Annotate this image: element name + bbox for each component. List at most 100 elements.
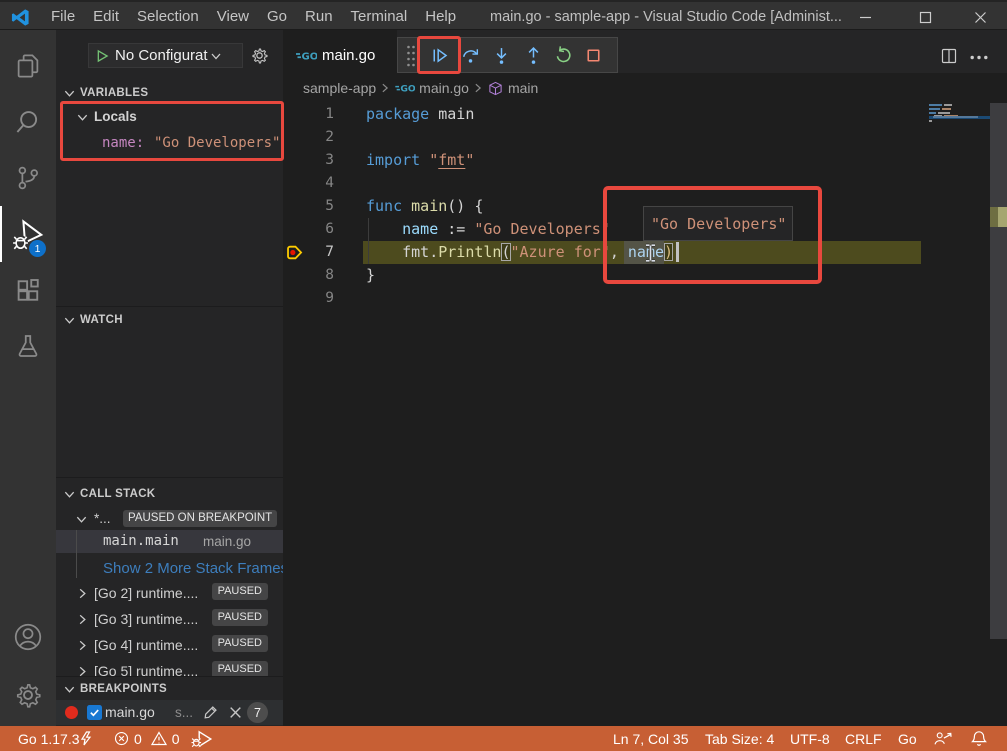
thread-label: [Go 4] runtime.... <box>94 632 198 658</box>
editor-scrollbar[interactable] <box>990 103 1007 639</box>
title-bar: File Edit Selection View Go Run Terminal… <box>0 0 1007 30</box>
tab-size-item[interactable]: Tab Size: 4 <box>705 731 774 747</box>
code-token: main <box>411 197 447 215</box>
activity-extensions[interactable] <box>0 262 56 318</box>
stop-button[interactable] <box>578 38 609 72</box>
debug-config-label: No Configurat <box>115 47 208 64</box>
activity-search[interactable] <box>0 94 56 150</box>
language-mode-item[interactable]: Go <box>898 731 917 747</box>
activity-run-and-debug[interactable]: 1 <box>0 206 56 262</box>
breadcrumb-file[interactable]: main.go <box>419 80 469 96</box>
activity-source-control[interactable] <box>0 150 56 206</box>
restart-button[interactable] <box>548 38 579 72</box>
overview-ruler-marker <box>998 207 1007 227</box>
code-line-8: } <box>366 264 375 287</box>
gear-icon <box>13 680 43 710</box>
menu-terminal[interactable]: Terminal <box>342 2 417 32</box>
overview-ruler-marker <box>990 207 998 227</box>
minimap-line <box>944 104 952 106</box>
go-version-item[interactable]: Go 1.17.3 <box>18 731 80 747</box>
code-line-6: name := "Go Developers" <box>366 218 610 241</box>
breakpoints-section-header[interactable]: BREAKPOINTS <box>56 678 283 700</box>
code-token: fmt <box>438 151 465 169</box>
breakpoint-checkbox[interactable] <box>87 705 102 720</box>
vscode-logo <box>11 8 30 27</box>
thread-row[interactable]: [Go 5] runtime.... PAUSED <box>56 658 283 676</box>
breadcrumb-symbol[interactable]: main <box>508 80 538 96</box>
encoding-item[interactable]: UTF-8 <box>790 731 830 747</box>
code-token: ( <box>501 243 510 261</box>
debug-config-dropdown[interactable]: No Configurat <box>88 43 243 68</box>
thread-list: [Go 2] runtime.... PAUSED [Go 3] runtime… <box>56 580 283 676</box>
debug-settings-gear-icon[interactable] <box>250 46 269 65</box>
menu-run[interactable]: Run <box>296 2 342 32</box>
line-number: 6 <box>294 218 334 241</box>
chevron-down-icon <box>63 683 76 696</box>
check-icon <box>89 707 100 718</box>
svg-text:GO: GO <box>302 51 318 62</box>
menu-go[interactable]: Go <box>258 2 296 32</box>
code-token: name <box>402 220 438 238</box>
thread-row[interactable]: [Go 2] runtime.... PAUSED <box>56 580 283 606</box>
maximize-button[interactable] <box>902 2 948 32</box>
remove-breakpoint-close-icon[interactable] <box>228 705 243 720</box>
menu-file[interactable]: File <box>42 2 84 32</box>
minimap-line <box>929 120 932 122</box>
thread-row[interactable]: [Go 4] runtime.... PAUSED <box>56 632 283 658</box>
activity-accounts[interactable] <box>0 609 56 665</box>
menu-selection[interactable]: Selection <box>128 2 208 32</box>
code-line-1: package main <box>366 103 474 126</box>
debug-session-row[interactable]: *... PAUSED ON BREAKPOINT <box>56 506 283 532</box>
cursor-position-item[interactable]: Ln 7, Col 35 <box>613 731 689 747</box>
line-number: 2 <box>294 126 334 149</box>
code-token: Println <box>438 243 501 261</box>
code-token: . <box>429 243 438 261</box>
debug-status-icon[interactable] <box>191 730 213 748</box>
code-token: import <box>366 151 420 169</box>
error-count: 0 <box>134 731 142 747</box>
stack-frame-row[interactable]: main.main main.go <box>56 530 283 553</box>
feedback-icon[interactable] <box>933 731 952 746</box>
code-token: { <box>465 197 483 215</box>
call-stack-section-header[interactable]: CALL STACK <box>56 483 283 505</box>
section-divider <box>56 477 283 478</box>
activity-settings[interactable] <box>0 667 56 723</box>
breadcrumb-folder[interactable]: sample-app <box>303 80 376 96</box>
step-out-button[interactable] <box>518 38 549 72</box>
breakpoint-row[interactable]: main.go s... 7 <box>56 700 283 725</box>
close-button[interactable] <box>957 2 1003 32</box>
minimap[interactable] <box>921 103 990 751</box>
stop-icon <box>583 45 604 66</box>
search-icon <box>13 107 43 137</box>
menu-edit[interactable]: Edit <box>84 2 128 32</box>
eol-item[interactable]: CRLF <box>845 731 882 747</box>
code-line-3: import "fmt" <box>366 149 474 172</box>
step-into-icon <box>491 45 512 66</box>
edit-breakpoint-pencil-icon[interactable] <box>202 704 219 721</box>
paused-badge: PAUSED <box>212 609 268 626</box>
activity-testing[interactable] <box>0 318 56 374</box>
active-indicator <box>0 206 2 262</box>
drag-handle-icon[interactable] <box>405 44 417 68</box>
split-editor-icon[interactable] <box>941 48 957 64</box>
line-number: 9 <box>294 287 334 310</box>
code-token: "Go Developers" <box>474 220 609 238</box>
show-more-frames-link[interactable]: Show 2 More Stack Frames <box>56 557 283 581</box>
breakpoints-count-badge: 7 <box>247 702 268 723</box>
bell-icon[interactable] <box>971 730 987 747</box>
code-token <box>366 243 402 261</box>
problems-item[interactable]: 0 0 <box>114 731 180 747</box>
more-actions-icon[interactable] <box>970 55 988 60</box>
minimize-button[interactable] <box>842 2 888 32</box>
tab-main-go[interactable]: GO main.go <box>283 30 397 73</box>
thread-row[interactable]: [Go 3] runtime.... PAUSED <box>56 606 283 632</box>
code-token: fmt <box>402 243 429 261</box>
step-into-button[interactable] <box>486 38 517 72</box>
line-number-active: 7 <box>294 241 334 264</box>
menu-help[interactable]: Help <box>416 2 465 32</box>
chevron-right-icon <box>76 613 89 626</box>
watch-section-header[interactable]: WATCH <box>56 309 283 331</box>
menu-view[interactable]: View <box>208 2 258 32</box>
activity-explorer[interactable] <box>0 38 56 94</box>
status-bar: Go 1.17.3 0 0 Ln 7, Col 35 Tab Size: 4 U… <box>0 726 1007 751</box>
